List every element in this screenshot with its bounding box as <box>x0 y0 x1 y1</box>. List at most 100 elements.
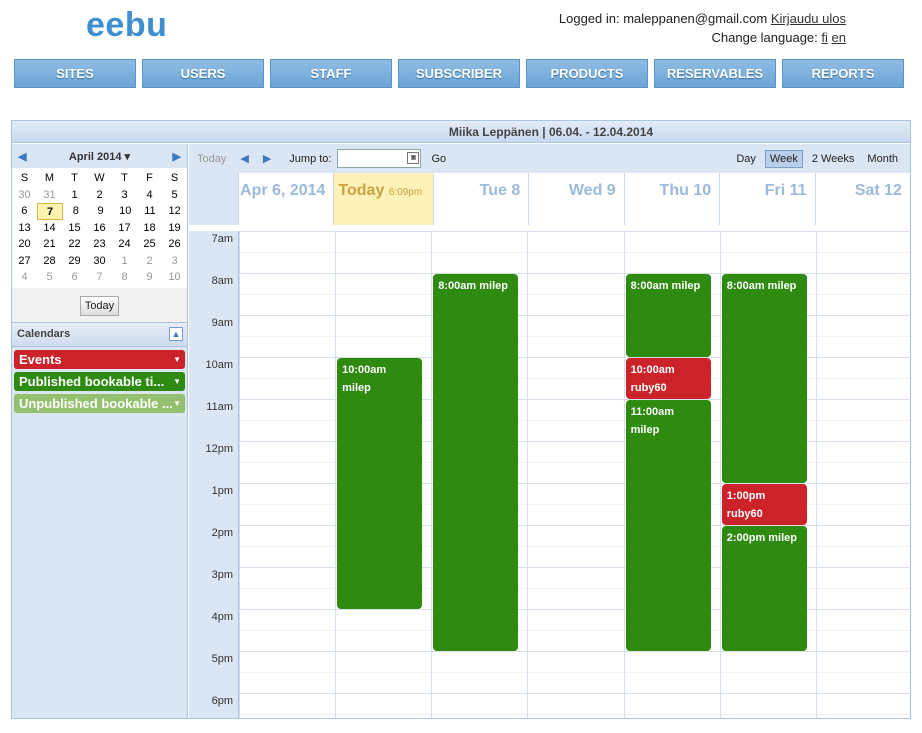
calendar-event[interactable]: 8:00am milep <box>433 274 519 651</box>
mini-day[interactable]: 9 <box>137 269 162 286</box>
calendar-event[interactable]: 2:00pm milep <box>721 526 807 651</box>
mini-day[interactable]: 24 <box>112 236 137 253</box>
day-header[interactable]: Wed 9 <box>528 173 624 225</box>
mini-day[interactable]: 11 <box>138 203 163 220</box>
half-hour-line <box>239 672 910 673</box>
mini-day[interactable]: 4 <box>137 187 162 204</box>
mini-day[interactable]: 22 <box>62 236 87 253</box>
mini-day[interactable]: 25 <box>137 236 162 253</box>
dropdown-icon[interactable]: ▼ <box>173 394 181 413</box>
calendar-event[interactable]: 8:00am milep <box>625 274 711 357</box>
mini-calendar-header: ◀ April 2014 ▾ ▶ <box>12 144 187 168</box>
mini-day[interactable]: 28 <box>37 253 62 270</box>
day-header[interactable]: Thu 10 <box>623 173 720 225</box>
mini-day[interactable]: 16 <box>87 220 112 237</box>
calendar-event[interactable]: 10:00am milep <box>337 358 423 609</box>
time-grid: 7am 8am 9am 10am 11am 12pm 1pm 2pm 3pm 4pm 5pm 6pm 1… <box>189 231 910 718</box>
nav-staff[interactable]: STAFF <box>270 59 392 88</box>
mini-day[interactable]: 21 <box>37 236 62 253</box>
mini-day[interactable]: 20 <box>12 236 37 253</box>
calendar-item[interactable]: Unpublished bookable ... ▼ <box>14 393 185 413</box>
dropdown-icon[interactable]: ▼ <box>173 372 181 391</box>
mini-day[interactable]: 17 <box>112 220 137 237</box>
day-header[interactable]: Fri 11 <box>719 173 815 225</box>
view-day[interactable]: Day <box>732 151 760 167</box>
calendar-event[interactable]: 8:00am milep <box>721 274 807 483</box>
today-button[interactable]: Today <box>79 295 120 316</box>
lang-fi-link[interactable]: fi <box>821 30 828 45</box>
calendar-picker-icon[interactable]: ▦ <box>407 152 420 164</box>
mini-day[interactable]: 14 <box>37 220 62 237</box>
mini-day[interactable]: 7 <box>36 203 64 220</box>
mini-day[interactable]: 15 <box>62 220 87 237</box>
mini-day[interactable]: 9 <box>88 203 113 220</box>
calendar-event[interactable]: 10:00am ruby60 <box>625 358 711 399</box>
mini-day[interactable]: 30 <box>87 253 112 270</box>
next-month-icon[interactable]: ▶ <box>173 150 181 163</box>
calendar-item[interactable]: Events ▼ <box>14 349 185 369</box>
mini-day[interactable]: 19 <box>162 220 187 237</box>
mini-week-row: 4 5 6 7 8 9 10 <box>12 269 187 286</box>
collapse-icon[interactable]: ▲ <box>169 327 183 341</box>
mini-day[interactable]: 7 <box>87 269 112 286</box>
calendar-event[interactable]: 11:00am milep <box>625 400 711 651</box>
hour-label: 4pm <box>211 611 233 623</box>
calendar-event[interactable]: 1:00pm ruby60 <box>721 484 807 525</box>
mini-day[interactable]: 10 <box>162 269 187 286</box>
current-time: 6:09pm <box>388 187 423 198</box>
calendar-panel: Miika Leppänen | 06.04. - 12.04.2014 ◀ A… <box>11 120 911 719</box>
nav-users[interactable]: USERS <box>142 59 264 88</box>
mini-day[interactable]: 12 <box>162 203 187 220</box>
day-column-line <box>335 231 337 718</box>
mini-day[interactable]: 29 <box>62 253 87 270</box>
dropdown-icon[interactable]: ▼ <box>173 350 181 369</box>
mini-day[interactable]: 3 <box>112 187 137 204</box>
jump-to-input[interactable]: ▦ <box>337 149 422 168</box>
logout-link[interactable]: Kirjaudu ulos <box>771 11 846 26</box>
day-header-label: Today <box>338 182 385 199</box>
day-header[interactable]: Apr 6, 2014 <box>238 173 334 225</box>
mini-day[interactable]: 5 <box>37 269 62 286</box>
mini-dow: F <box>146 172 153 184</box>
lang-en-link[interactable]: en <box>832 30 846 45</box>
nav-subscriber[interactable]: SUBSCRIBER <box>398 59 520 88</box>
mini-day[interactable]: 6 <box>12 203 37 220</box>
calendar-item[interactable]: Published bookable ti... ▼ <box>14 371 185 391</box>
mini-day[interactable]: 3 <box>162 253 187 270</box>
mini-day[interactable]: 2 <box>87 187 112 204</box>
mini-day[interactable]: 2 <box>137 253 162 270</box>
prev-month-icon[interactable]: ◀ <box>18 150 26 163</box>
mini-day[interactable]: 1 <box>112 253 137 270</box>
nav-sites[interactable]: SITES <box>14 59 136 88</box>
mini-day[interactable]: 10 <box>113 203 138 220</box>
view-month[interactable]: Month <box>863 151 902 167</box>
next-week-icon[interactable]: ▶ <box>263 152 271 165</box>
month-selector[interactable]: April 2014 ▾ <box>69 150 130 163</box>
mini-day[interactable]: 8 <box>112 269 137 286</box>
view-2-weeks[interactable]: 2 Weeks <box>808 151 859 167</box>
nav-reservables[interactable]: RESERVABLES <box>654 59 776 88</box>
calendar-toolbar: Today ◀ ▶ Jump to: ▦ Go Day Week 2 Weeks Mo… <box>189 144 910 173</box>
mini-day[interactable]: 30 <box>12 187 37 204</box>
mini-day[interactable]: 31 <box>37 187 62 204</box>
mini-day[interactable]: 26 <box>162 236 187 253</box>
day-header[interactable]: Sat 12 <box>814 173 910 225</box>
logo[interactable]: eebu <box>86 6 167 45</box>
mini-day[interactable]: 5 <box>162 187 187 204</box>
mini-day[interactable]: 18 <box>137 220 162 237</box>
mini-day[interactable]: 8 <box>63 203 88 220</box>
day-header[interactable]: Today 6:09pm <box>333 173 433 225</box>
prev-week-icon[interactable]: ◀ <box>240 152 248 165</box>
mini-day[interactable]: 27 <box>12 253 37 270</box>
mini-day[interactable]: 1 <box>62 187 87 204</box>
mini-day[interactable]: 6 <box>62 269 87 286</box>
view-week[interactable]: Week <box>764 149 803 168</box>
mini-day[interactable]: 4 <box>12 269 37 286</box>
toolbar-today[interactable]: Today <box>197 153 226 165</box>
day-header[interactable]: Tue 8 <box>432 173 529 225</box>
nav-reports[interactable]: REPORTS <box>782 59 904 88</box>
mini-day[interactable]: 13 <box>12 220 37 237</box>
nav-products[interactable]: PRODUCTS <box>526 59 648 88</box>
go-button[interactable]: Go <box>431 153 446 165</box>
mini-day[interactable]: 23 <box>87 236 112 253</box>
